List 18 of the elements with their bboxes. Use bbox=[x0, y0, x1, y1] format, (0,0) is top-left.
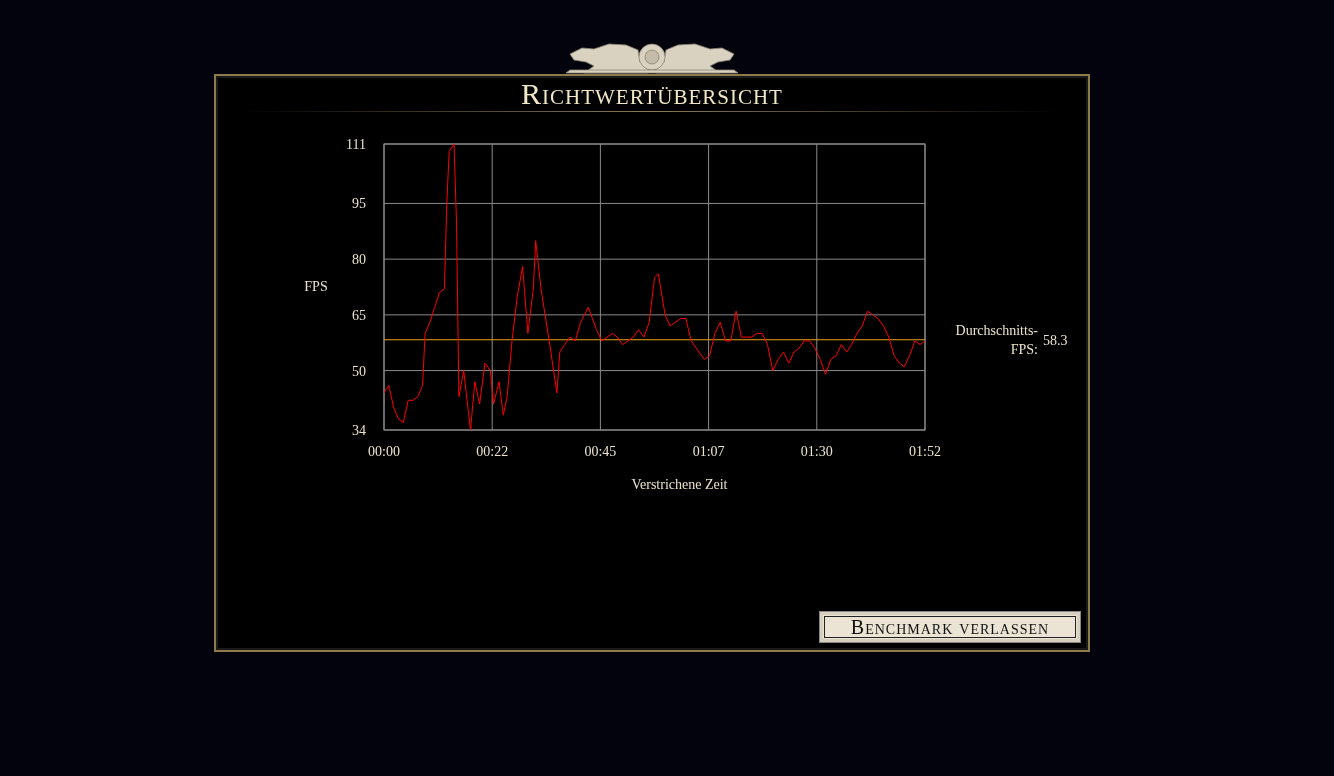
x-tick-label: 01:52 bbox=[909, 444, 941, 459]
x-tick-label: 01:30 bbox=[800, 444, 833, 459]
y-tick-label: 111 bbox=[346, 137, 366, 152]
average-value: 58.3 bbox=[1043, 332, 1068, 348]
y-tick-label: 80 bbox=[352, 252, 366, 268]
exit-benchmark-button[interactable]: Benchmark verlassen bbox=[820, 612, 1080, 642]
y-tick-label: 50 bbox=[352, 363, 366, 379]
x-tick-label: 00:22 bbox=[476, 444, 509, 459]
x-axis-label: Verstrichene Zeit bbox=[631, 477, 728, 492]
y-tick-label: 65 bbox=[352, 307, 366, 323]
y-axis-label: FPS bbox=[304, 279, 328, 294]
x-tick-label: 00:00 bbox=[368, 444, 400, 459]
panel-title: Richtwertübersicht bbox=[521, 77, 783, 111]
x-tick-label: 01:07 bbox=[692, 444, 725, 459]
y-tick-label: 34 bbox=[352, 423, 366, 438]
average-label: Durchschnitts-FPS: bbox=[954, 321, 1038, 359]
x-tick-label: 00:45 bbox=[584, 444, 617, 459]
y-tick-label: 95 bbox=[352, 196, 366, 212]
